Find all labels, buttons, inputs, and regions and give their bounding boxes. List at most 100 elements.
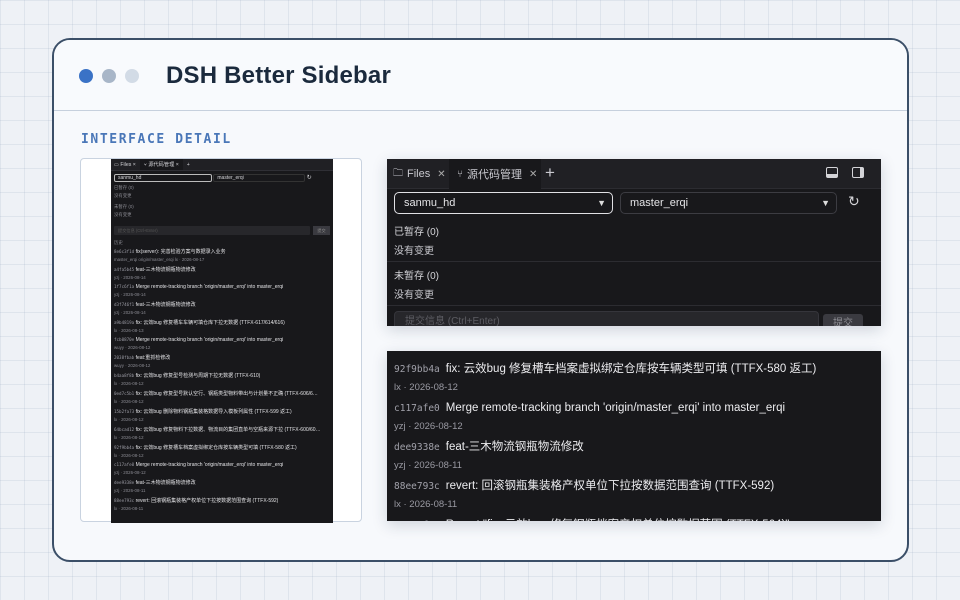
refresh-icon[interactable]: ↻	[848, 193, 860, 210]
commit-hash: 92f9bb4a	[394, 364, 440, 375]
mini-commit-input[interactable]: 提交信息 (Ctrl+Enter)	[114, 226, 310, 235]
mini-tab-files[interactable]: ▭ Files ×	[114, 162, 136, 168]
mini-commit-item[interactable]: 15b2fa73 fix: 云效bug 删除物料钢瓶集装格数据导入模板列属性 (…	[111, 406, 333, 424]
mini-commit-meta: lx · 2026-08-11	[114, 506, 144, 511]
mini-commit-message: fix: 云效bug 修复槽车车辆可填仓库下拉无数据 (TTFX-617/614…	[135, 320, 285, 326]
mini-commit-item[interactable]: 2038fbab feat:重抓检修改 wuyy · 2026-08-12	[111, 352, 333, 370]
mini-commit-message: fix: 云效bug 修复型号默认空行、钢瓶类型物料带出与计划量不正确 (TTF…	[135, 391, 318, 397]
panel-right-icon[interactable]	[852, 167, 864, 178]
branch-select[interactable]: master_erqi ▼	[620, 192, 837, 214]
mini-commit-hash: a9b4819a	[114, 320, 135, 325]
mini-commit-item[interactable]: a9b4819a fix: 云效bug 修复槽车车辆可填仓库下拉无数据 (TTF…	[111, 317, 333, 335]
commit-button[interactable]: 提交	[823, 314, 863, 326]
mini-commit-hash: c117afe0	[114, 462, 135, 467]
mini-commit-meta: yzj · 2026-08-14	[114, 310, 146, 315]
mini-commit-item[interactable]: a4fa5b45 feat-三木物流钢瓶物流修改 yzj · 2026-08-14	[111, 264, 333, 282]
mini-commit-message: Merge remote-tracking branch 'origin/mas…	[135, 337, 284, 343]
mini-commit-item[interactable]: dee9338e feat-三木物流钢瓶物流修改 yzj · 2026-08-11	[111, 477, 333, 495]
folder-icon: 🗀	[393, 167, 403, 179]
commit-meta: lx · 2026-08-11	[394, 499, 458, 510]
mini-commit-meta: yzj · 2026-08-11	[114, 488, 146, 493]
close-icon[interactable]: ✕	[529, 169, 537, 180]
tab-bar: 🗀 Files ✕ ⑂ 源代码管理 ✕ +	[387, 159, 881, 189]
mini-sidebar: ▭ Files × ⑂ 源代码管理 × + sanmu_hd master_er…	[111, 159, 333, 523]
divider	[387, 305, 881, 306]
mini-refresh-icon[interactable]: ↻	[307, 175, 312, 181]
commit-item[interactable]: 88ee793c revert: 回滚钢瓶集装格产权单位下拉按数据范围查询 (TT…	[394, 476, 873, 510]
mini-commit-meta: lx · 2026-08-12	[114, 453, 144, 458]
window-dot-blue	[79, 69, 93, 83]
commit-item[interactable]: c117afe0 Merge remote-tracking branch 'or…	[394, 398, 873, 432]
mini-tab-scm[interactable]: ⑂ 源代码管理 ×	[139, 159, 183, 170]
mini-commit-meta: yzj · 2026-08-14	[114, 275, 146, 280]
mini-commit-item[interactable]: 8e6c3f1d fix(server): 完善检验方案与数据录入业务 maste…	[111, 246, 333, 264]
mini-tab-bar: ▭ Files × ⑂ 源代码管理 × +	[111, 159, 333, 171]
mini-commit-message: fix: 云效bug 修复型号检测与周期下拉无数据 (TTFX-610)	[135, 373, 261, 379]
repo-select[interactable]: sanmu_hd ▼	[394, 192, 613, 214]
mini-commit-item[interactable]: 0ed7c5b1 fix: 云效bug 修复型号默认空行、钢瓶类型物料带出与计划…	[111, 388, 333, 406]
mini-commit-message: fix: 云效bug 修复槽车档案虚拟绑定仓库按车辆类型可填 (TTFX-580…	[135, 445, 297, 451]
mini-commit-item[interactable]: 64bcad12 fix: 云效bug 修复物料下拉数据、物流目的集团直单与空瓶…	[111, 424, 333, 442]
mini-commit-item[interactable]: fcb0870e Merge remote-tracking branch 'o…	[111, 335, 333, 352]
mini-commit-item[interactable]: c117afe0 Merge remote-tracking branch 'o…	[111, 460, 333, 477]
commit-message-input[interactable]: 提交信息 (Ctrl+Enter)	[394, 311, 819, 326]
staged-title: 已暂存 (0)	[394, 227, 439, 238]
zoom-panel-controls: 🗀 Files ✕ ⑂ 源代码管理 ✕ + sanmu_hd ▼ master_…	[387, 159, 881, 326]
add-tab-icon[interactable]: +	[545, 164, 555, 182]
unstaged-title: 未暂存 (0)	[394, 271, 439, 282]
mini-commit-message: fix: 云效bug 删除物料钢瓶集装格数据导入模板列属性 (TTFX-599 …	[135, 409, 292, 415]
tab-source-control[interactable]: ⑂ 源代码管理 ✕	[449, 159, 541, 189]
mini-commit-meta: yzj · 2026-08-14	[114, 292, 146, 297]
unstaged-empty: 没有变更	[394, 290, 434, 301]
mini-commit-item[interactable]: d3f746f1 feat-三木物流钢瓶物流修改 yzj · 2026-08-14	[111, 299, 333, 317]
panel-bottom-icon[interactable]	[826, 167, 838, 178]
mini-commit-item[interactable]: b4aa8f8b fix: 云效bug 修复型号检测与周期下拉无数据 (TTFX…	[111, 370, 333, 388]
mini-commit-hash: d3f746f1	[114, 302, 135, 307]
commit-message: Revert "fix: 云效bug 修复钢瓶档案产权单位按数据范围 (TTFX…	[446, 519, 790, 521]
card-header: DSH Better Sidebar	[54, 40, 907, 111]
chevron-down-icon: ▼	[597, 198, 606, 208]
mini-commit-item[interactable]: 92f9bb4a fix: 云效bug 修复槽车档案虚拟绑定仓库按车辆类型可填 …	[111, 442, 333, 460]
card-title: DSH Better Sidebar	[166, 62, 391, 89]
commit-item[interactable]: 92f9bb4a fix: 云效bug 修复槽车档案虚拟绑定仓库按车辆类型可填 (…	[394, 359, 873, 393]
close-icon[interactable]: ✕	[437, 169, 445, 180]
mini-commit-hash: b4aa8f8b	[114, 373, 135, 378]
commit-meta: lx · 2026-08-12	[394, 382, 458, 393]
mini-selects: sanmu_hd master_erqi ↻	[111, 174, 333, 182]
mini-commit-meta: lx · 2026-08-13	[114, 328, 144, 333]
staged-empty: 没有变更	[394, 246, 434, 257]
mini-commit-meta: lx · 2026-08-12	[114, 435, 144, 440]
mini-commit-message: revert: 回滚钢瓶集装格产权单位下拉按数据范围查询 (TTFX-592)	[135, 498, 279, 504]
mini-commit-message: feat:重抓检修改	[135, 355, 171, 361]
chevron-down-icon: ▼	[821, 198, 830, 208]
mini-commit-hash: dee9338e	[114, 480, 135, 485]
mini-commit-meta: wuyy · 2026-08-12	[114, 363, 151, 368]
commit-message: feat-三木物流钢瓶物流修改	[445, 441, 584, 453]
mini-plus-icon[interactable]: +	[187, 162, 190, 168]
mini-staged-title: 已暂存 (0)	[114, 185, 134, 190]
mini-commit-button[interactable]: 提交	[313, 226, 330, 235]
commit-message: revert: 回滚钢瓶集装格产权单位下拉按数据范围查询 (TTFX-592)	[445, 480, 775, 492]
divider	[387, 261, 881, 262]
mini-commit-item[interactable]: 88ee793c revert: 回滚钢瓶集装格产权单位下拉按数据范围查询 (T…	[111, 495, 333, 513]
tab-files[interactable]: 🗀 Files ✕	[393, 159, 446, 189]
mini-commit-hash: 15b2fa73	[114, 409, 135, 414]
commit-hash: 1a0c5f22	[394, 520, 440, 521]
mini-commit-hash: 64bcad12	[114, 427, 135, 432]
mini-unstaged-title: 未暂存 (0)	[114, 204, 134, 209]
mini-commit-message: Merge remote-tracking branch 'origin/mas…	[135, 462, 284, 468]
mini-commit-message: fix(server): 完善检验方案与数据录入业务	[135, 249, 226, 255]
zoom-panel-history: 92f9bb4a fix: 云效bug 修复槽车档案虚拟绑定仓库按车辆类型可填 (…	[387, 351, 881, 521]
window-dot-light	[125, 69, 139, 83]
commit-hash: dee9338e	[394, 442, 440, 453]
git-branch-icon: ⑂	[457, 168, 463, 180]
mini-commit-item[interactable]: 1f7c6f1a Merge remote-tracking branch 'o…	[111, 282, 333, 299]
mini-commit-meta: yzj · 2026-08-12	[114, 470, 146, 475]
commit-item[interactable]: dee9338e feat-三木物流钢瓶物流修改 yzj · 2026-08-11	[394, 437, 873, 471]
mini-branch-select[interactable]: master_erqi	[213, 174, 306, 182]
mini-commit-row: 提交信息 (Ctrl+Enter) 提交	[111, 226, 333, 235]
commit-item[interactable]: 1a0c5f22 Revert "fix: 云效bug 修复钢瓶档案产权单位按数据…	[394, 515, 873, 521]
commit-meta: yzj · 2026-08-12	[394, 421, 463, 432]
mini-repo-select[interactable]: sanmu_hd	[114, 174, 212, 182]
mini-commit-message: feat-三木物流钢瓶物流修改	[135, 267, 196, 273]
